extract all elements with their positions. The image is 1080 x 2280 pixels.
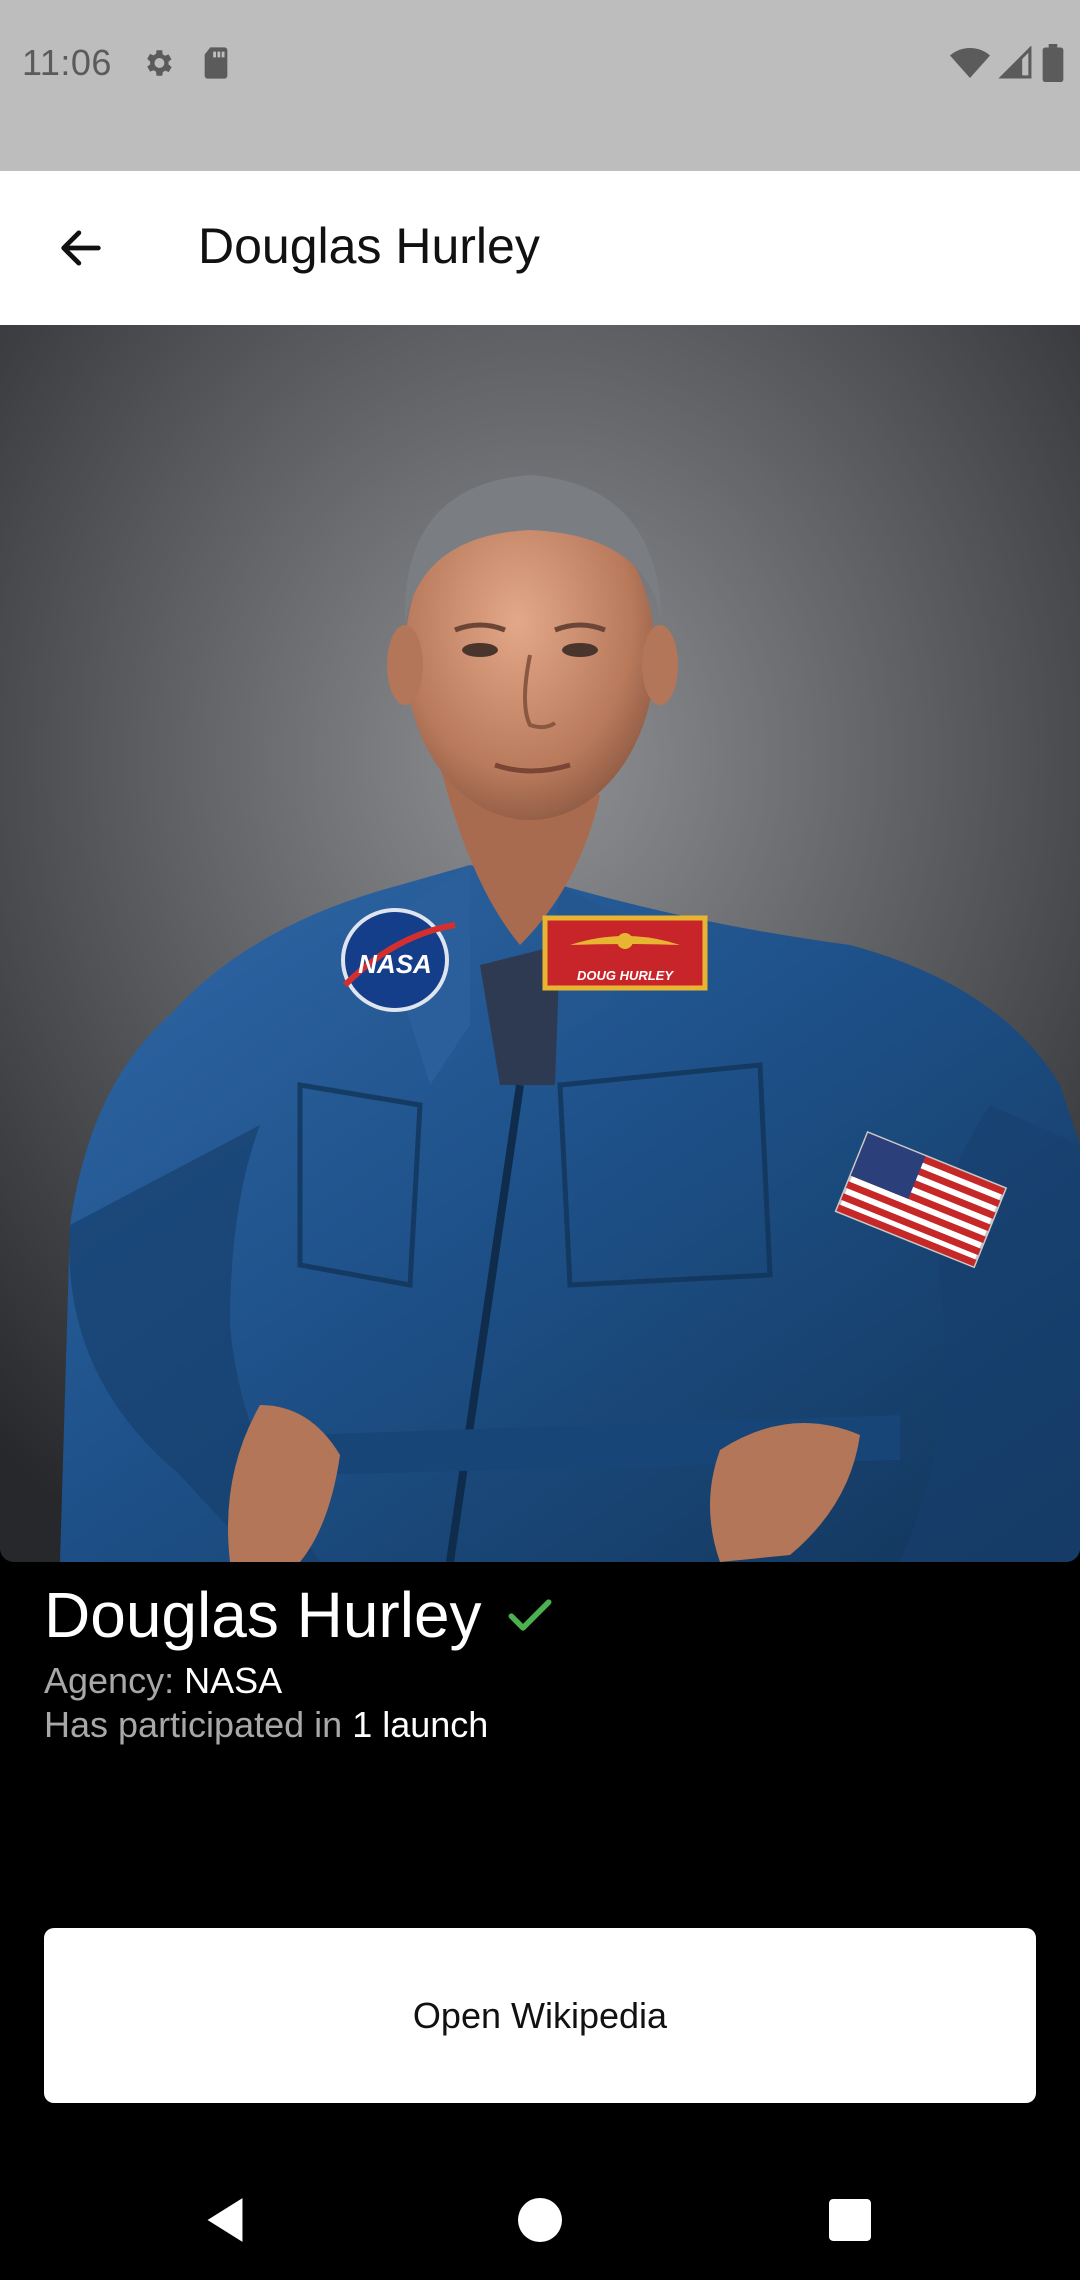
wifi-icon [950, 46, 990, 85]
nav-back-button[interactable] [195, 2190, 255, 2250]
status-right [950, 44, 1064, 87]
recents-square-icon [829, 2199, 871, 2241]
back-button[interactable] [40, 207, 122, 289]
launches-value: 1 launch [352, 1704, 489, 1745]
status-left: 11:06 [22, 42, 234, 84]
nav-home-button[interactable] [510, 2190, 570, 2250]
astronaut-photo: NASA DOUG HURLEY [0, 325, 1080, 1562]
astronaut-illustration: NASA DOUG HURLEY [0, 325, 1080, 1562]
nav-recents-button[interactable] [820, 2190, 880, 2250]
name-tag-patch: DOUG HURLEY [542, 915, 708, 991]
launches-line: Has participated in 1 launch [44, 1704, 488, 1746]
status-bar: 11:06 [0, 0, 1080, 171]
arrow-left-icon [61, 230, 101, 266]
agency-line: Agency: NASA [44, 1660, 282, 1702]
open-wikipedia-button[interactable]: Open Wikipedia [44, 1928, 1036, 2103]
sd-card-icon [198, 45, 234, 81]
cell-signal-icon [998, 45, 1034, 85]
nasa-patch-text: NASA [358, 949, 432, 979]
check-icon [508, 1599, 551, 1631]
app-bar: Douglas Hurley [0, 171, 1080, 325]
launches-label: Has participated in [44, 1704, 343, 1745]
page-title: Douglas Hurley [198, 218, 540, 274]
astronaut-name: Douglas Hurley [44, 1579, 482, 1651]
agency-value: NASA [184, 1660, 283, 1701]
status-time: 11:06 [22, 42, 112, 83]
back-triangle-icon [207, 2198, 243, 2242]
home-circle-icon [518, 2198, 562, 2242]
name-tag-text: DOUG HURLEY [577, 968, 674, 983]
battery-icon [1042, 44, 1064, 87]
astronaut-name-row: Douglas Hurley [44, 1578, 558, 1652]
agency-label: Agency: [44, 1660, 175, 1701]
gear-icon [140, 45, 176, 81]
